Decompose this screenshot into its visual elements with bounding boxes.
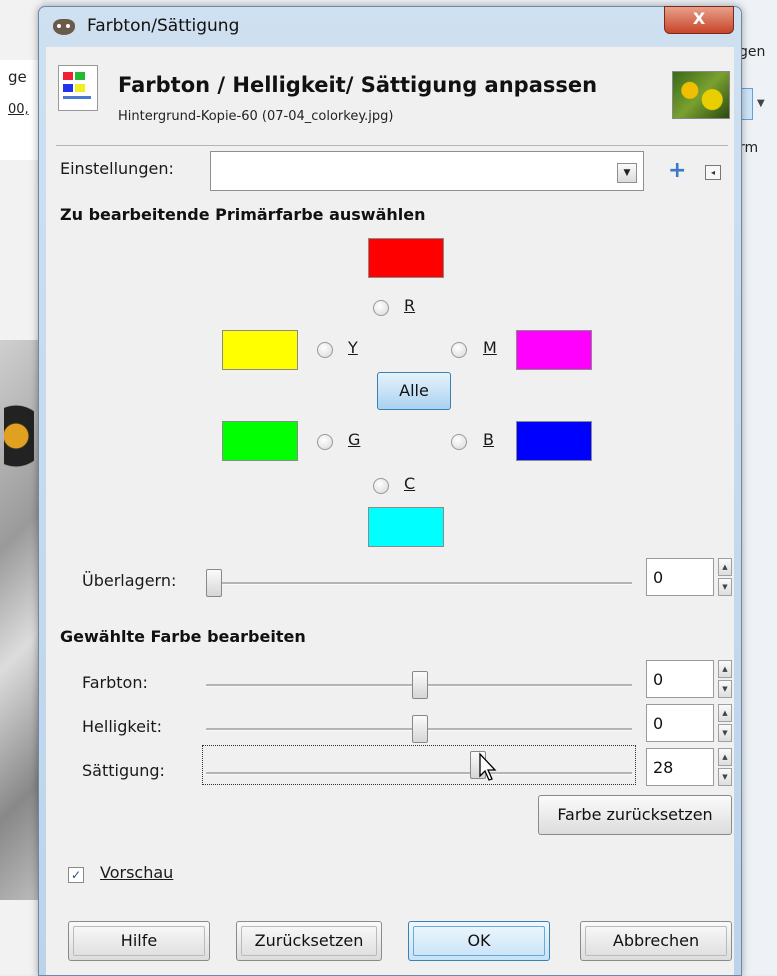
blue-swatch (516, 421, 592, 461)
background-text: ge (8, 68, 27, 86)
presets-menu-icon[interactable]: ◂ (705, 165, 721, 180)
saturation-slider-focus (202, 745, 636, 785)
radio-yellow[interactable] (317, 342, 333, 358)
mouse-cursor-icon (479, 752, 497, 781)
add-preset-icon[interactable]: + (668, 160, 686, 182)
lightness-spinbox[interactable]: 0 (646, 704, 714, 742)
overlap-slider-track[interactable] (206, 582, 632, 585)
overlap-slider-handle[interactable] (206, 569, 222, 597)
dialog-content: Farbton / Helligkeit/ Sättigung anpassen… (46, 47, 734, 975)
cursor-shape (479, 752, 497, 781)
all-colors-button[interactable]: Alle (377, 372, 451, 410)
ok-button-label: OK (467, 931, 491, 950)
hue-slider-handle[interactable] (412, 671, 428, 699)
saturation-slider-track[interactable] (206, 772, 632, 775)
reset-button[interactable]: Zurücksetzen (236, 921, 382, 961)
icon-part (75, 84, 85, 92)
spin-up-icon[interactable]: ▲ (718, 558, 732, 576)
radio-red[interactable] (373, 300, 389, 316)
lightness-spin-buttons[interactable]: ▲ ▼ (718, 704, 732, 742)
spin-down-icon[interactable]: ▼ (718, 578, 732, 596)
icon-part (63, 96, 91, 99)
preview-label[interactable]: Vorschau (100, 863, 173, 882)
help-button-label: Hilfe (120, 931, 158, 950)
help-button[interactable]: Hilfe (68, 921, 210, 961)
edit-color-heading: Gewählte Farbe bearbeiten (60, 627, 306, 646)
close-icon: X (692, 9, 706, 28)
radio-cyan[interactable] (373, 478, 389, 494)
header-separator (56, 145, 728, 146)
close-button[interactable]: X (664, 6, 734, 34)
chevron-down-icon: ▼ (757, 98, 765, 109)
spin-down-icon[interactable]: ▼ (718, 768, 732, 786)
background-image-detail (4, 400, 34, 490)
background-text: 00, (8, 102, 29, 117)
title-bar[interactable]: Farbton/Sättigung X (39, 6, 741, 47)
window-title: Farbton/Sättigung (87, 16, 240, 36)
icon-part (63, 84, 73, 92)
lightness-label: Helligkeit: (82, 717, 163, 736)
radio-red-label[interactable]: R (404, 296, 415, 315)
hue-spinbox[interactable]: 0 (646, 660, 714, 698)
overlap-spinbox[interactable]: 0 (646, 558, 714, 596)
lightness-slider-handle[interactable] (412, 715, 428, 743)
magenta-swatch (516, 330, 592, 370)
spin-down-icon[interactable]: ▼ (718, 680, 732, 698)
radio-magenta-label[interactable]: M (483, 338, 497, 357)
background-text: gen (739, 44, 766, 60)
cancel-button[interactable]: Abbrechen (580, 921, 732, 961)
spin-down-icon[interactable]: ▼ (718, 724, 732, 742)
hue-label: Farbton: (82, 673, 148, 692)
cancel-button-label: Abbrechen (612, 931, 700, 950)
background-app-left: ge 00, (0, 0, 42, 974)
red-swatch (368, 238, 444, 278)
radio-blue[interactable] (451, 434, 467, 450)
spin-up-icon[interactable]: ▲ (718, 704, 732, 722)
image-thumbnail (672, 71, 730, 119)
gimp-icon (53, 19, 75, 35)
dialog-heading: Farbton / Helligkeit/ Sättigung anpassen (118, 73, 598, 97)
hue-saturation-icon (58, 65, 98, 111)
preview-checkbox[interactable]: ✓ (68, 867, 84, 883)
presets-label: Einstellungen: (60, 159, 174, 178)
spin-up-icon[interactable]: ▲ (718, 660, 732, 678)
image-name: Hintergrund-Kopie-60 (07-04_colorkey.jpg… (118, 109, 394, 124)
radio-magenta[interactable] (451, 342, 467, 358)
presets-combo[interactable] (210, 151, 644, 191)
radio-green-label[interactable]: G (348, 430, 360, 449)
reset-color-label: Farbe zurücksetzen (557, 805, 713, 824)
spin-up-icon[interactable]: ▲ (718, 748, 732, 766)
green-swatch (222, 421, 298, 461)
radio-cyan-label[interactable]: C (404, 474, 415, 493)
saturation-spin-buttons[interactable]: ▲ ▼ (718, 748, 732, 786)
overlap-spin-buttons[interactable]: ▲ ▼ (718, 558, 732, 596)
primary-color-heading: Zu bearbeitende Primärfarbe auswählen (60, 205, 426, 224)
chevron-down-icon[interactable]: ▼ (617, 163, 637, 183)
radio-green[interactable] (317, 434, 333, 450)
icon-part (63, 72, 73, 80)
radio-blue-label[interactable]: B (483, 430, 494, 449)
saturation-label: Sättigung: (82, 761, 165, 780)
radio-yellow-label[interactable]: Y (348, 338, 358, 357)
reset-color-button[interactable]: Farbe zurücksetzen (538, 795, 732, 835)
hue-saturation-dialog: Farbton/Sättigung X Farbton / Helligkeit… (38, 6, 742, 976)
overlap-label: Überlagern: (82, 571, 177, 590)
saturation-spinbox[interactable]: 28 (646, 748, 714, 786)
cyan-swatch (368, 507, 444, 547)
reset-button-label: Zurücksetzen (254, 931, 364, 950)
yellow-swatch (222, 330, 298, 370)
icon-part (75, 72, 85, 80)
hue-spin-buttons[interactable]: ▲ ▼ (718, 660, 732, 698)
ok-button[interactable]: OK (408, 921, 550, 961)
